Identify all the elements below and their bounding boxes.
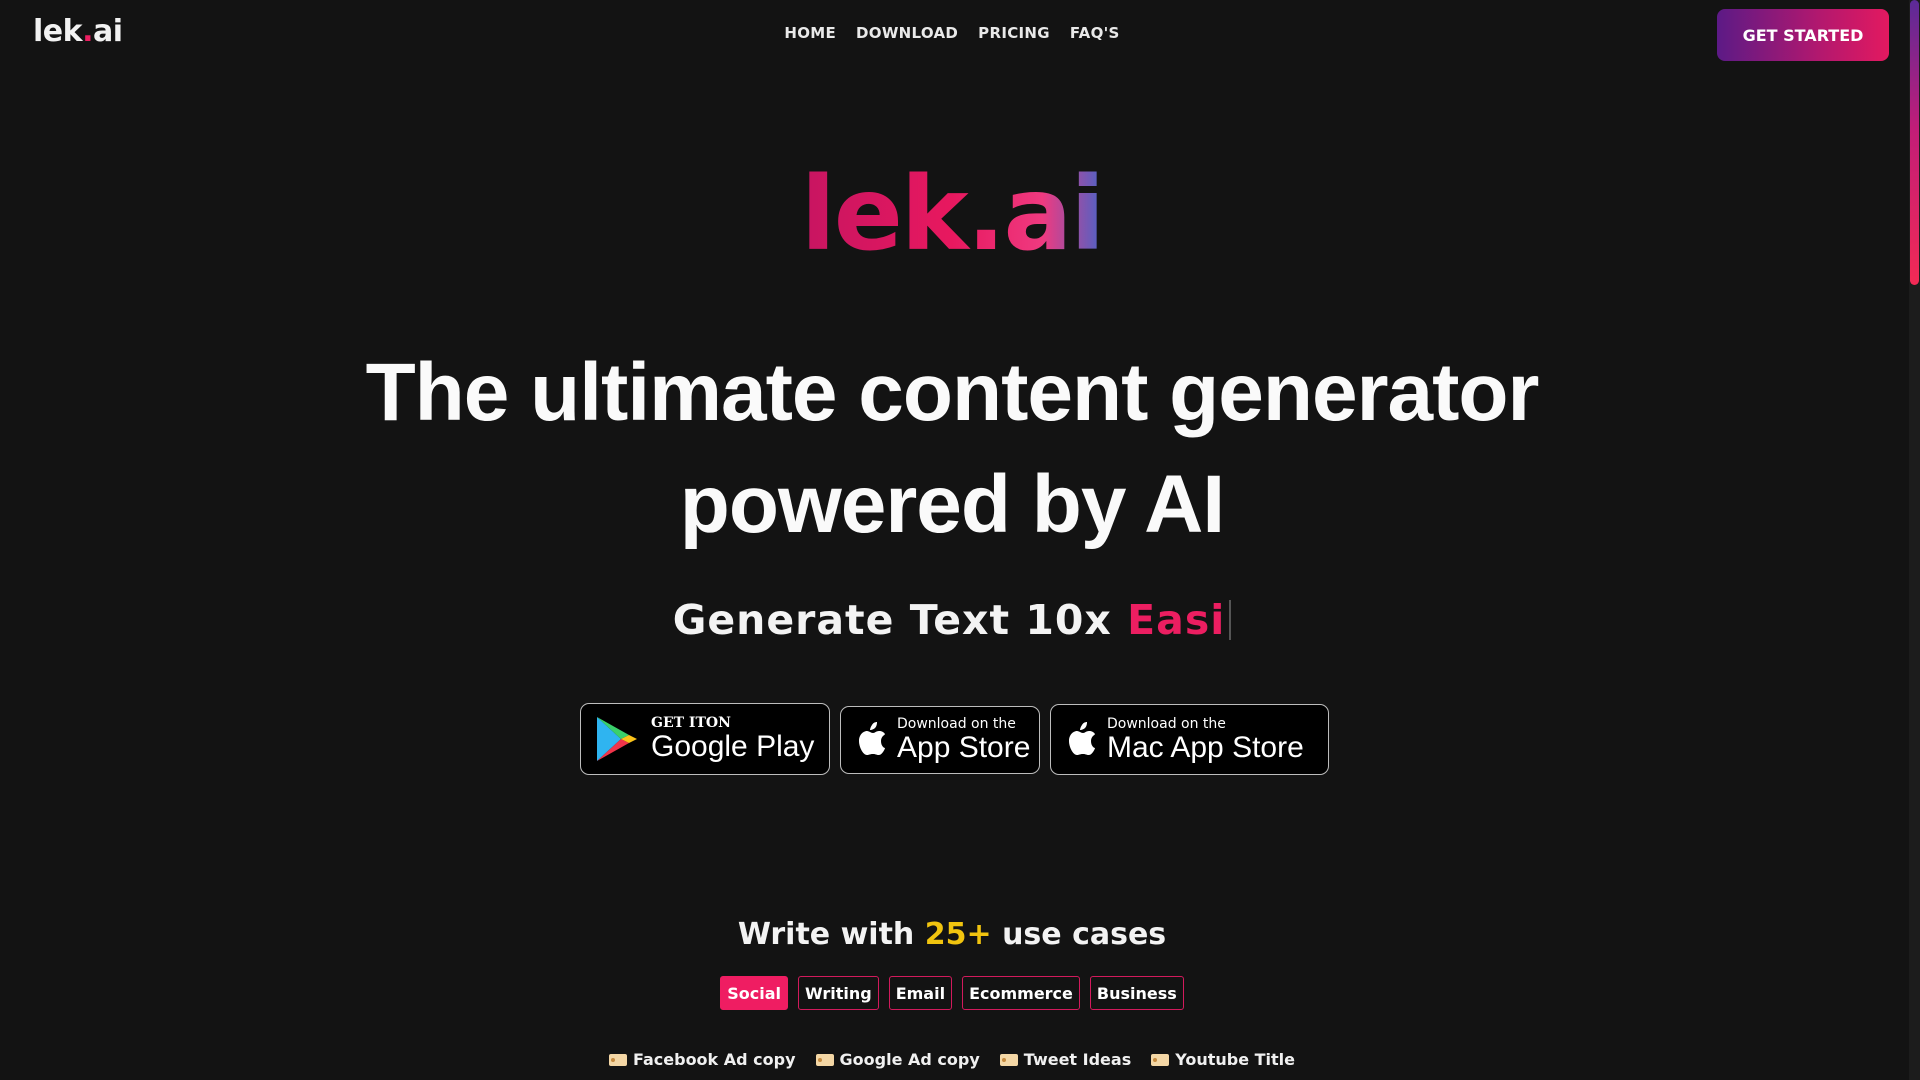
main-nav: HOME DOWNLOAD PRICING FAQ'S — [0, 24, 1904, 42]
apple-icon — [1065, 721, 1097, 759]
use-cases-count: 25+ — [924, 917, 992, 952]
use-cases-title-prefix: Write with — [737, 917, 925, 952]
use-case-label: Facebook Ad copy — [632, 1050, 796, 1069]
use-case-list: Facebook Ad copy Google Ad copy Tweet Id… — [0, 1050, 1904, 1069]
tab-social[interactable]: Social — [720, 976, 788, 1010]
use-case-label: Youtube Title — [1175, 1050, 1296, 1069]
headline-line-2: powered by AI — [679, 459, 1225, 550]
tag-icon — [815, 1053, 834, 1066]
hero-brand: lek.ai — [0, 155, 1904, 274]
apple-icon — [855, 721, 887, 759]
nav-pricing[interactable]: PRICING — [978, 24, 1050, 42]
use-case-item[interactable]: Facebook Ad copy — [608, 1050, 796, 1069]
sub-accent-typing: Easi — [1127, 596, 1226, 644]
use-case-item[interactable]: Google Ad copy — [815, 1050, 980, 1069]
typing-cursor — [1229, 600, 1232, 640]
hero-subheadline: Generate Text 10x Easi — [0, 596, 1904, 644]
nav-download[interactable]: DOWNLOAD — [856, 24, 958, 42]
google-play-button[interactable]: GET ITON Google Play — [580, 703, 830, 775]
nav-home[interactable]: HOME — [784, 24, 836, 42]
tab-ecommerce[interactable]: Ecommerce — [962, 976, 1080, 1010]
google-play-icon — [595, 715, 639, 763]
use-case-label: Tweet Ideas — [1023, 1050, 1132, 1069]
mac-app-store-small-text: Download on the — [1107, 715, 1226, 732]
mac-app-store-button[interactable]: Download on the Mac App Store — [1050, 704, 1329, 775]
use-case-item[interactable]: Youtube Title — [1151, 1050, 1295, 1069]
app-store-button[interactable]: Download on the App Store — [840, 706, 1040, 774]
use-case-tabs: Social Writing Email Ecommerce Business — [0, 976, 1904, 1010]
use-cases-title-suffix: use cases — [991, 917, 1167, 952]
tab-email[interactable]: Email — [888, 976, 953, 1010]
tag-icon — [999, 1053, 1018, 1066]
tag-icon — [1151, 1053, 1170, 1066]
tab-writing[interactable]: Writing — [797, 976, 879, 1010]
use-case-label: Google Ad copy — [839, 1050, 980, 1069]
app-store-big-text: App Store — [897, 731, 1031, 764]
use-case-item[interactable]: Tweet Ideas — [999, 1050, 1132, 1069]
use-cases-title: Write with 25+ use cases — [0, 917, 1904, 952]
google-play-small-text: GET ITON — [651, 715, 731, 731]
headline-line-1: The ultimate content generator — [365, 347, 1540, 438]
sub-prefix: Generate Text 10x — [672, 596, 1128, 644]
app-store-small-text: Download on the — [897, 716, 1016, 732]
nav-faqs[interactable]: FAQ'S — [1070, 24, 1120, 42]
get-started-button[interactable]: GET STARTED — [1717, 9, 1889, 61]
tab-business[interactable]: Business — [1089, 976, 1184, 1010]
hero-brand-text: lek.ai — [800, 155, 1106, 274]
google-play-big-text: Google Play — [651, 730, 815, 763]
tag-icon — [608, 1053, 627, 1066]
scrollbar-thumb[interactable] — [1910, 0, 1919, 285]
mac-app-store-big-text: Mac App Store — [1107, 730, 1304, 764]
hero-headline: The ultimate content generator powered b… — [0, 337, 1904, 561]
